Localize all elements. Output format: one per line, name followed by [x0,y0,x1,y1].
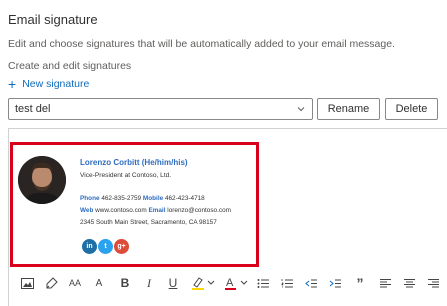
plus-icon: + [8,76,17,92]
image-icon[interactable] [19,273,35,293]
section-subtitle: Create and edit signatures [8,60,132,72]
italic-icon[interactable]: I [142,273,156,293]
highlight-icon[interactable] [190,273,218,293]
font-color-icon[interactable]: A [223,273,251,293]
twitter-icon: t [98,239,113,254]
delete-button[interactable]: Delete [385,98,438,120]
signature-name: Lorenzo Corbitt (He/him/his) [80,158,188,167]
decrease-indent-icon[interactable] [303,273,319,293]
underline-icon[interactable]: U [166,273,180,293]
web-value: www.contoso.com [95,207,147,214]
signature-address: 2345 South Main Street, Sacramento, CA 9… [80,219,217,226]
font-size-icon[interactable]: AA [66,273,84,293]
mobile-label: Mobile [142,195,164,202]
signature-web-line: Web www.contoso.com Email lorenzo@contos… [80,207,231,214]
signature-phone-line: Phone 462-835-2759 Mobile 462-423-4718 [80,195,205,202]
phone-value: 462-835-2759 [101,195,142,202]
increase-indent-icon[interactable] [327,273,343,293]
align-left-icon[interactable] [377,273,393,293]
bullets-icon[interactable] [255,273,271,293]
page-title: Email signature [8,12,98,27]
web-label: Web [80,207,94,214]
quote-icon[interactable]: ” [353,273,367,293]
avatar [18,156,66,204]
formatting-toolbar: AA A B I U A ” [14,273,447,293]
new-signature-label: New signature [22,78,90,90]
svg-text:A: A [226,277,234,289]
signature-role: Vice-President at Contoso, Ltd. [80,172,172,179]
linkedin-icon: in [82,239,97,254]
google-plus-icon: g+ [114,239,129,254]
format-painter-icon[interactable] [43,273,59,293]
chevron-down-icon [297,107,305,112]
bold-icon[interactable]: B [118,273,132,293]
page-description: Edit and choose signatures that will be … [8,38,395,50]
signature-select-value: test del [15,103,51,115]
rename-button[interactable]: Rename [317,98,380,120]
grow-font-icon[interactable]: A [91,273,107,293]
email-value: lorenzo@contoso.com [167,207,231,214]
align-center-icon[interactable] [401,273,417,293]
mobile-value: 462-423-4718 [164,195,205,202]
numbering-icon[interactable] [279,273,295,293]
signature-preview: Lorenzo Corbitt (He/him/his) Vice-Presid… [10,142,259,267]
phone-label: Phone [80,195,100,202]
new-signature-button[interactable]: + New signature [8,76,90,92]
signature-select[interactable]: test del [8,98,313,120]
align-right-icon[interactable] [425,273,441,293]
email-label: Email [148,207,166,214]
